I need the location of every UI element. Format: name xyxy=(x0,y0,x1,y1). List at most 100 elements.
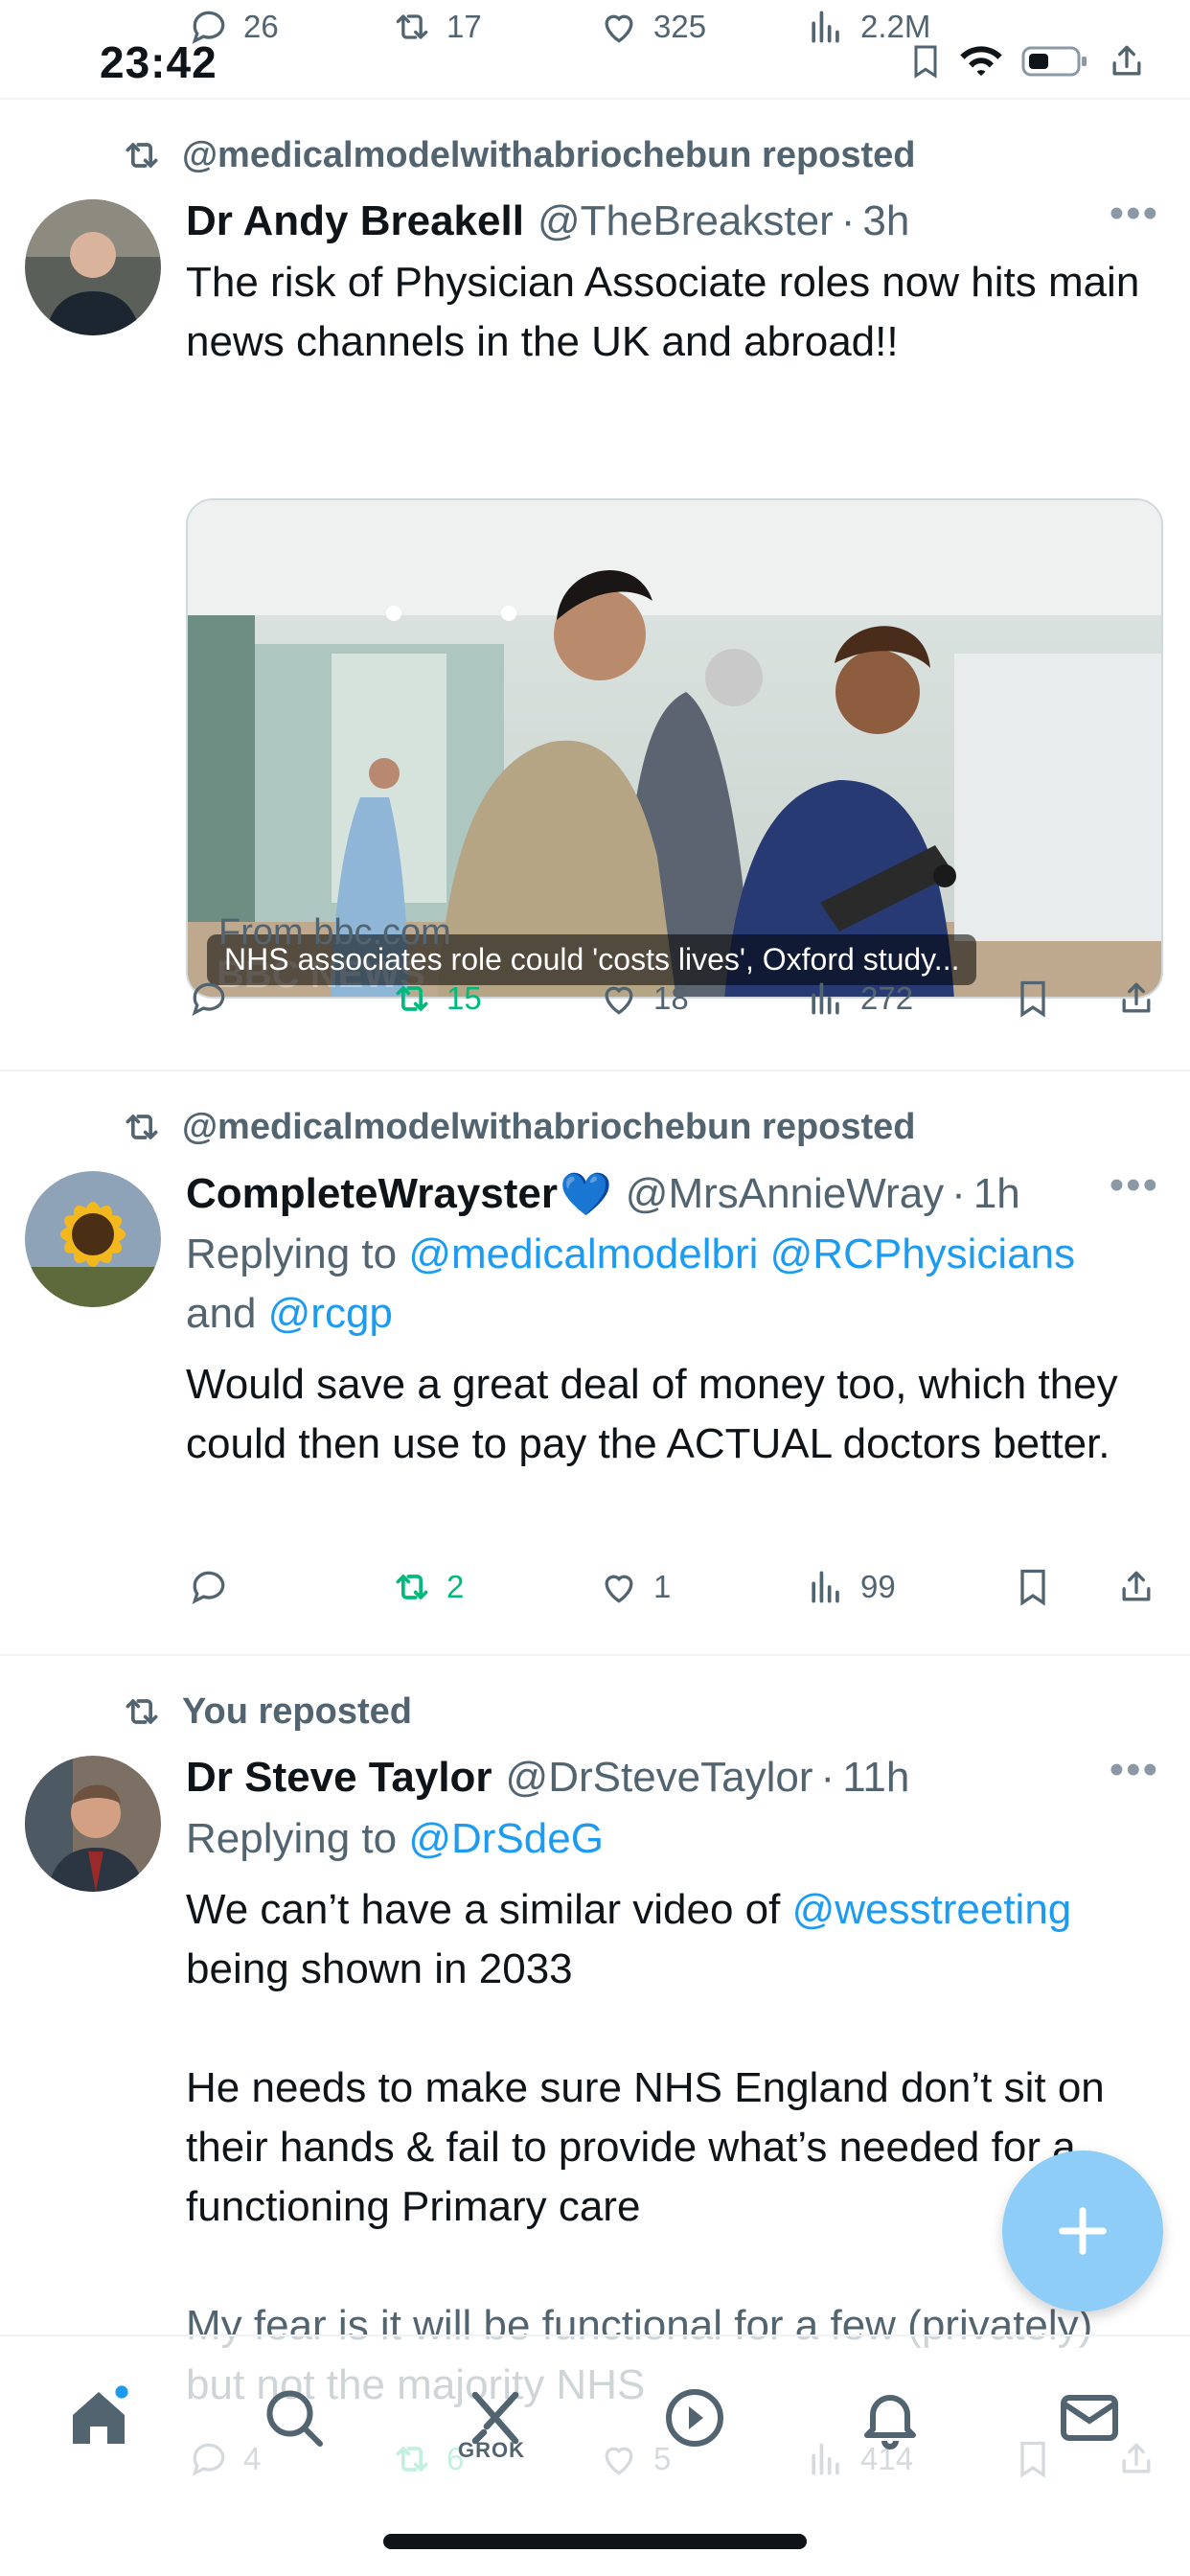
repost-icon xyxy=(396,14,428,39)
reply-button[interactable]: 26 xyxy=(188,6,279,48)
home-icon xyxy=(73,2385,128,2444)
tab-notifications[interactable] xyxy=(847,2375,933,2461)
handle[interactable]: @DrSteveTaylor xyxy=(506,1754,813,1802)
repost-icon xyxy=(126,1115,158,1139)
display-name[interactable]: Dr Andy Breakell xyxy=(186,197,524,245)
share-button[interactable] xyxy=(1115,1566,1157,1608)
blue-heart-emoji: 💙 xyxy=(560,1171,612,1218)
like-button[interactable]: 325 xyxy=(598,6,706,48)
reply-button[interactable] xyxy=(188,1566,243,1608)
mention-link[interactable]: @wesstreeting xyxy=(792,1886,1072,1933)
status-bar: 23:42 26 17 325 2.2M xyxy=(0,0,1190,100)
like-count: 1 xyxy=(653,1569,672,1604)
tab-search[interactable] xyxy=(251,2375,337,2461)
share-button[interactable] xyxy=(1115,978,1157,1020)
mention-link[interactable]: @medicalmodelbri xyxy=(408,1230,758,1277)
repost-icon xyxy=(396,986,428,1011)
avatar[interactable] xyxy=(25,1756,161,1892)
tweet-card[interactable]: @medicalmodelwithabriochebun reposted Dr… xyxy=(0,102,1190,1071)
reply-context: Replying to @medicalmodelbri @RCPhysicia… xyxy=(186,1225,1161,1344)
repost-label: @medicalmodelwithabriochebun reposted xyxy=(182,134,916,175)
repost-icon xyxy=(396,1575,428,1599)
views-count: 99 xyxy=(860,1569,896,1604)
tab-messages[interactable] xyxy=(1046,2375,1133,2461)
like-count: 325 xyxy=(653,9,707,44)
more-options-icon[interactable]: ••• xyxy=(1110,1746,1159,1794)
spaces-icon xyxy=(666,2389,723,2447)
bookmark-icon xyxy=(1020,980,1045,1018)
mention-link[interactable]: @rcgp xyxy=(268,1290,393,1337)
tweet-card[interactable]: @medicalmodelwithabriochebun reposted Co… xyxy=(0,1073,1190,1656)
share-icon[interactable] xyxy=(1106,40,1148,82)
repost-button[interactable]: 2 xyxy=(391,1566,464,1608)
views-button[interactable]: 99 xyxy=(805,1566,896,1608)
repost-indicator: You reposted xyxy=(121,1690,412,1733)
like-button[interactable]: 18 xyxy=(598,978,689,1020)
repost-label: You reposted xyxy=(182,1690,412,1732)
bell-icon xyxy=(864,2395,916,2450)
tweet-text: The risk of Physician Associate roles no… xyxy=(186,259,1140,365)
handle[interactable]: @MrsAnnieWray xyxy=(626,1170,944,1218)
tweet-header: CompleteWrayster 💙 @MrsAnnieWray · 1h xyxy=(186,1169,1152,1219)
grok-label: GROK xyxy=(458,2438,525,2462)
timestamp[interactable]: 3h xyxy=(862,197,909,245)
tweet-actions: 2 1 99 xyxy=(0,1566,1190,1623)
bookmark-icon xyxy=(1020,1569,1045,1606)
repost-icon xyxy=(126,1699,158,1724)
views-count: 272 xyxy=(860,980,914,1016)
share-icon xyxy=(1122,1571,1151,1601)
reply-icon xyxy=(192,11,225,44)
mention-link[interactable]: @DrSdeG xyxy=(408,1815,604,1862)
heart-icon xyxy=(605,986,633,1015)
more-options-icon[interactable]: ••• xyxy=(1110,1162,1159,1209)
home-indicator xyxy=(383,2534,807,2549)
display-name[interactable]: CompleteWrayster xyxy=(186,1170,558,1218)
bookmark-button[interactable] xyxy=(1012,1566,1054,1608)
views-button[interactable]: 272 xyxy=(805,978,913,1020)
replying-to-label: Replying to xyxy=(186,1815,409,1862)
views-icon xyxy=(812,1571,839,1603)
tweet-text: Would save a great deal of money too, wh… xyxy=(186,1361,1118,1467)
repost-button[interactable]: 17 xyxy=(391,6,482,48)
like-button[interactable]: 1 xyxy=(598,1566,671,1608)
separator-dot: · xyxy=(840,197,856,244)
timestamp[interactable]: 11h xyxy=(842,1754,909,1802)
reply-count: 26 xyxy=(243,9,279,44)
tweet-text-part: being shown in 2033 xyxy=(186,1945,573,1992)
more-options-icon[interactable]: ••• xyxy=(1110,190,1159,238)
timestamp[interactable]: 1h xyxy=(973,1170,1020,1218)
replying-to-label: Replying to xyxy=(186,1230,409,1277)
views-icon xyxy=(812,11,839,43)
reply-icon xyxy=(192,1571,225,1604)
search-icon xyxy=(266,2390,323,2447)
bookmark-button[interactable] xyxy=(1012,978,1054,1020)
link-source[interactable]: From bbc.com xyxy=(218,912,451,954)
repost-indicator: @medicalmodelwithabriochebun reposted xyxy=(121,134,916,176)
display-name[interactable]: Dr Steve Taylor xyxy=(186,1754,492,1802)
tweet-header: Dr Steve Taylor @DrSteveTaylor · 11h xyxy=(186,1754,1152,1802)
separator-dot: · xyxy=(820,1754,835,1801)
handle[interactable]: @TheBreakster xyxy=(538,197,834,245)
repost-count: 2 xyxy=(446,1569,465,1604)
share-icon xyxy=(1122,982,1151,1013)
tweet-text: We can’t have a similar video of @wesstr… xyxy=(186,1880,1161,1999)
tab-home[interactable] xyxy=(56,2375,142,2461)
repost-icon xyxy=(126,143,158,168)
repost-button[interactable]: 15 xyxy=(391,978,482,1020)
repost-label: @medicalmodelwithabriochebun reposted xyxy=(182,1106,916,1147)
mention-link[interactable]: @RCPhysicians xyxy=(770,1230,1076,1277)
repost-count: 17 xyxy=(446,9,482,44)
reply-button[interactable] xyxy=(188,978,243,1020)
bookmark-icon[interactable] xyxy=(906,40,945,82)
tweet-text-part: We can’t have a similar video of xyxy=(186,1886,792,1933)
separator-dot: · xyxy=(951,1170,966,1217)
tab-spaces[interactable] xyxy=(652,2375,738,2461)
avatar[interactable] xyxy=(25,1171,161,1307)
compose-button[interactable] xyxy=(1002,2150,1163,2312)
reply-context: Replying to @DrSdeG xyxy=(186,1809,1161,1869)
like-count: 18 xyxy=(653,980,689,1016)
heart-icon xyxy=(605,1575,633,1603)
replying-and-label: and xyxy=(186,1290,268,1337)
views-icon xyxy=(812,982,839,1015)
avatar[interactable] xyxy=(25,199,161,335)
